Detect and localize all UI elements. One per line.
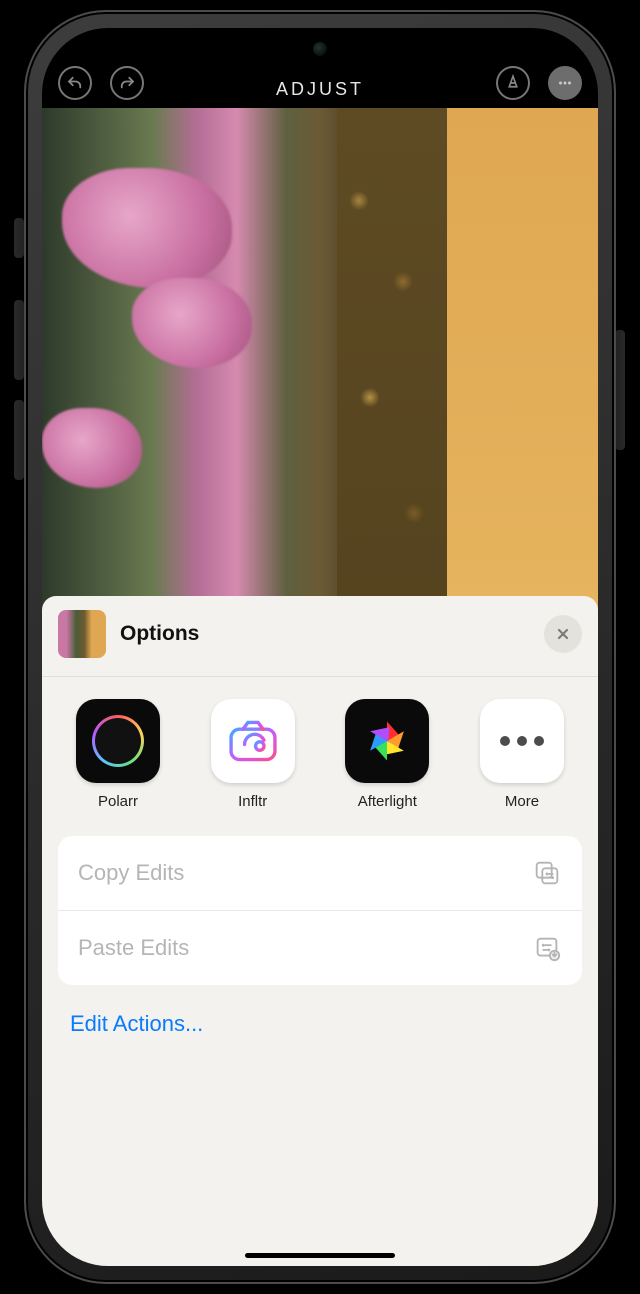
volume-up-button: [14, 300, 24, 380]
app-label: Polarr: [98, 793, 138, 810]
ellipsis-icon: [556, 74, 574, 92]
app-label: More: [505, 793, 539, 810]
close-icon: [555, 626, 571, 642]
mute-switch: [14, 218, 24, 258]
markup-icon: [504, 74, 522, 92]
photo-thumbnail: [58, 610, 106, 658]
redo-button[interactable]: [110, 66, 144, 100]
home-indicator[interactable]: [245, 1253, 395, 1258]
photo-flower: [132, 278, 252, 368]
more-button[interactable]: [548, 66, 582, 100]
edit-actions-link[interactable]: Edit Actions...: [42, 985, 598, 1063]
app-label: Infltr: [238, 793, 267, 810]
afterlight-icon: [361, 715, 413, 767]
redo-icon: [118, 74, 136, 92]
options-sheet: Options Polarr: [42, 596, 598, 1266]
photo-flower: [42, 408, 142, 488]
markup-button[interactable]: [496, 66, 530, 100]
toolbar-title: ADJUST: [276, 79, 364, 100]
extension-app-infltr[interactable]: Infltr: [203, 699, 303, 810]
extension-app-afterlight[interactable]: Afterlight: [337, 699, 437, 810]
sheet-header: Options: [42, 596, 598, 677]
screen: ADJUST: [42, 28, 598, 1266]
extension-app-polarr[interactable]: Polarr: [68, 699, 168, 810]
more-icon: [500, 736, 544, 746]
actions-list: Copy Edits Paste Edits: [58, 836, 582, 985]
power-button: [615, 330, 625, 450]
phone-frame: ADJUST: [24, 10, 616, 1284]
sheet-title: Options: [120, 622, 199, 646]
notch: [220, 28, 420, 62]
paste-edits-icon: [532, 933, 562, 963]
photo-flower: [62, 168, 232, 288]
edit-actions-label: Edit Actions...: [70, 1011, 203, 1036]
extension-app-more[interactable]: More: [472, 699, 572, 810]
close-button[interactable]: [544, 615, 582, 653]
polarr-icon: [92, 715, 144, 767]
action-label: Copy Edits: [78, 860, 184, 886]
extension-app-row: Polarr: [42, 677, 598, 836]
app-label: Afterlight: [358, 793, 417, 810]
undo-button[interactable]: [58, 66, 92, 100]
undo-icon: [66, 74, 84, 92]
paste-edits-row[interactable]: Paste Edits: [58, 911, 582, 985]
infltr-icon: [226, 714, 280, 768]
volume-down-button: [14, 400, 24, 480]
copy-edits-icon: [532, 858, 562, 888]
action-label: Paste Edits: [78, 935, 189, 961]
copy-edits-row[interactable]: Copy Edits: [58, 836, 582, 911]
